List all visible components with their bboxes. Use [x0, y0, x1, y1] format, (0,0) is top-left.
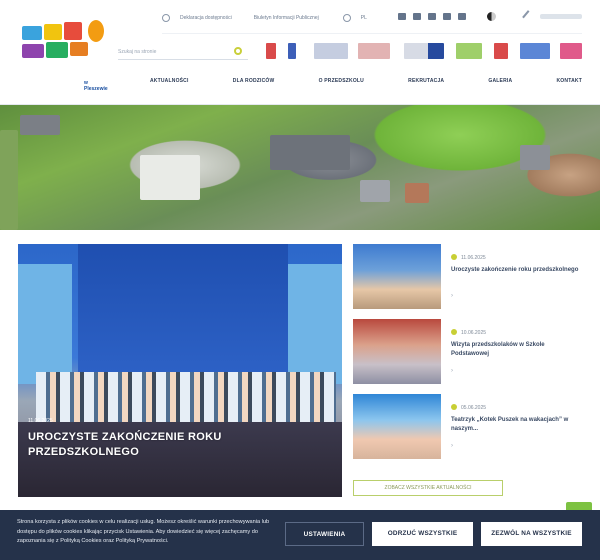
- main-nav: AKTUALNOŚCI DLA RODZICÓW O PRZEDSZKOLU R…: [150, 78, 582, 84]
- nav-item-dla-rodzicow[interactable]: DLA RODZICÓW: [233, 78, 275, 84]
- logo-subtitle: w Pleszewie: [84, 80, 108, 92]
- cookie-banner: Strona korzysta z plików cookies w celu …: [0, 510, 600, 560]
- brand-logo[interactable]: [560, 43, 582, 59]
- calendar-icon: [451, 254, 457, 260]
- featured-date: 11.06.2025: [28, 418, 53, 424]
- fundusze-logo[interactable]: [314, 43, 348, 59]
- all-news-button[interactable]: ZOBACZ WSZYSTKIE AKTUALNOŚCI: [353, 480, 503, 496]
- news-date: 10.06.2025: [461, 330, 487, 336]
- eu-logo[interactable]: [404, 43, 444, 59]
- flag-logo[interactable]: [266, 43, 276, 59]
- social-icon[interactable]: [443, 13, 451, 20]
- font-decrease-icon[interactable]: [398, 13, 406, 20]
- header-divider: [162, 33, 582, 34]
- search-placeholder: Szukaj na stronie: [118, 49, 157, 55]
- contrast-toggle-icon[interactable]: [487, 12, 496, 21]
- cookie-text: Strona korzysta z plików cookies w celu …: [17, 519, 270, 544]
- cookie-settings-button[interactable]: USTAWIENIA: [285, 522, 364, 546]
- news-title[interactable]: Teatrzyk „Kotek Puszek na wakacjach” w n…: [451, 416, 581, 434]
- search-field[interactable]: Szukaj na stronie: [118, 44, 248, 60]
- star-icon[interactable]: [458, 13, 466, 20]
- read-more-link[interactable]: ›: [451, 443, 453, 449]
- partner-logos: [262, 43, 582, 61]
- cookie-accept-button[interactable]: ZEZWÓL NA WSZYSTKIE: [481, 522, 582, 546]
- read-more-link[interactable]: ›: [451, 368, 453, 374]
- top-links: Deklaracja dostępności Biuletyn Informac…: [162, 12, 367, 24]
- hero-aerial-image: [0, 105, 600, 230]
- language-selector[interactable]: PL: [361, 15, 367, 21]
- news-thumbnail[interactable]: [353, 244, 441, 309]
- nav-item-o-przedszkolu[interactable]: O PRZEDSZKOLU: [319, 78, 364, 84]
- cookie-reject-button[interactable]: ODRZUĆ WSZYSTKIE: [372, 522, 473, 546]
- rp-logo[interactable]: [358, 43, 390, 59]
- pfron-logo[interactable]: [520, 43, 550, 59]
- font-size-controls: [398, 13, 466, 20]
- accessibility-icon: [162, 14, 170, 22]
- calendar-icon: [451, 404, 457, 410]
- nav-item-aktualnosci[interactable]: AKTUALNOŚCI: [150, 78, 189, 84]
- calendar-icon: [451, 329, 457, 335]
- site-header: w Pleszewie Deklaracja dostępności Biule…: [0, 0, 600, 105]
- nav-item-kontakt[interactable]: KONTAKT: [556, 78, 581, 84]
- search-icon[interactable]: [234, 47, 242, 55]
- site-logo[interactable]: w Pleszewie: [20, 18, 108, 92]
- news-title[interactable]: Wizyta przedszkolaków w Szkole Podstawow…: [451, 341, 581, 359]
- link-bip[interactable]: Biuletyn Informacji Publicznej: [254, 15, 319, 21]
- read-more-link[interactable]: ›: [451, 293, 453, 299]
- font-increase-icon[interactable]: [428, 13, 436, 20]
- news-date: 05.06.2025: [461, 405, 487, 411]
- region-logo[interactable]: [456, 43, 482, 59]
- news-date: 11.06.2025: [461, 255, 486, 261]
- globe-icon: [342, 14, 351, 22]
- nav-item-galeria[interactable]: GALERIA: [488, 78, 512, 84]
- news-thumbnail[interactable]: [353, 394, 441, 459]
- settings-icon[interactable]: [522, 10, 535, 23]
- nav-item-rekrutacja[interactable]: REKRUTACJA: [408, 78, 444, 84]
- city-logo[interactable]: [494, 43, 508, 59]
- featured-title[interactable]: UROCZYSTE ZAKOŃCZENIE ROKU PRZEDSZKOLNEG…: [28, 430, 238, 460]
- settings-link[interactable]: [540, 14, 582, 19]
- link-accessibility[interactable]: Deklaracja dostępności: [180, 15, 232, 21]
- font-default-icon[interactable]: [413, 13, 421, 20]
- news-thumbnail[interactable]: [353, 319, 441, 384]
- news-title[interactable]: Uroczyste zakończenie roku przedszkolneg…: [451, 266, 581, 275]
- emblem-logo[interactable]: [288, 43, 296, 59]
